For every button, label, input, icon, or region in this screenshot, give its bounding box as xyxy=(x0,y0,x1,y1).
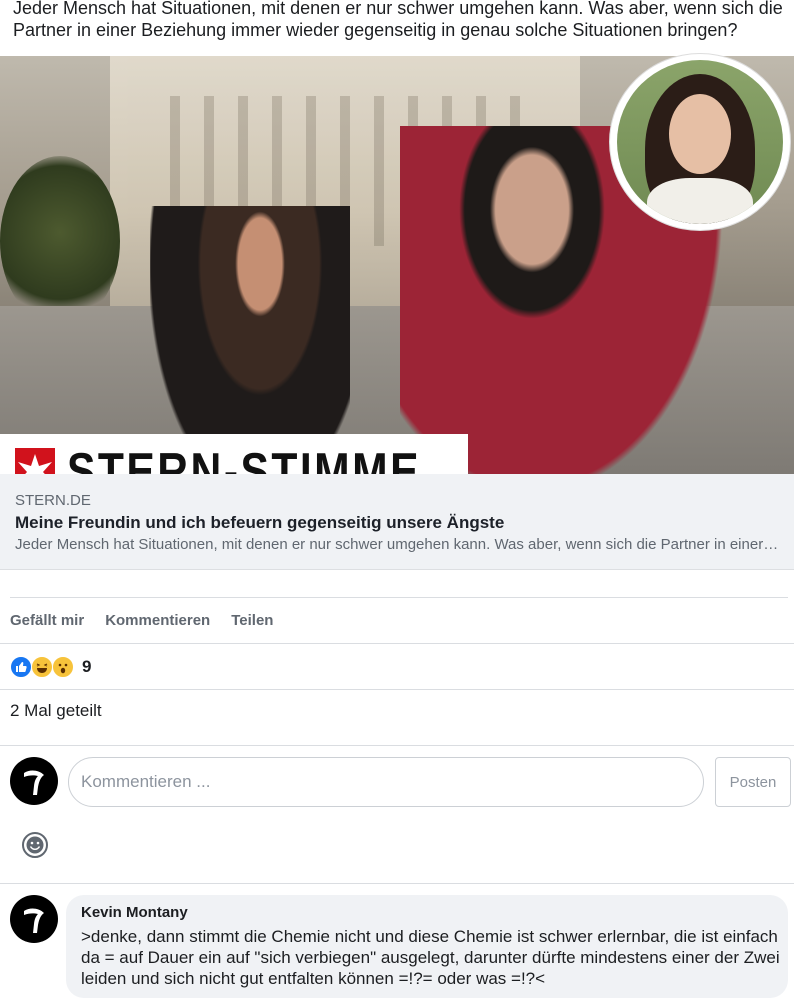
link-domain: STERN.DE xyxy=(15,492,91,509)
background-tree xyxy=(0,156,120,326)
commenter-avatar[interactable] xyxy=(10,895,58,943)
portrait-shirt xyxy=(647,178,753,224)
divider xyxy=(0,643,794,644)
user-avatar[interactable] xyxy=(10,757,58,805)
link-description: Jeder Mensch hat Situationen, mit denen … xyxy=(15,536,781,553)
comment-input[interactable] xyxy=(68,757,704,807)
like-icon xyxy=(10,656,32,678)
smiley-icon xyxy=(22,832,48,858)
divider xyxy=(0,745,794,746)
haha-icon xyxy=(31,656,53,678)
comment-button[interactable]: Kommentieren xyxy=(105,612,210,629)
profile-logo-icon xyxy=(24,908,44,933)
comment-bubble: Kevin Montany >denke, dann stimmt die Ch… xyxy=(66,895,788,998)
portrait-face xyxy=(669,94,731,174)
author-portrait xyxy=(610,54,790,230)
profile-logo-icon xyxy=(24,770,44,795)
action-bar: Gefällt mir Kommentieren Teilen xyxy=(10,612,294,629)
share-count[interactable]: 2 Mal geteilt xyxy=(10,701,102,721)
reactions-summary[interactable]: 9 xyxy=(10,656,91,678)
banner-text: STERN-STIMME xyxy=(67,443,422,474)
divider xyxy=(0,689,794,690)
like-button[interactable]: Gefällt mir xyxy=(10,612,84,629)
share-button[interactable]: Teilen xyxy=(231,612,273,629)
author-photo xyxy=(617,60,783,224)
link-preview[interactable]: STERN.DE Meine Freundin und ich befeuern… xyxy=(0,474,794,570)
reaction-count: 9 xyxy=(82,657,92,676)
wow-icon xyxy=(52,656,74,678)
stern-stimme-banner: STERN-STIMME xyxy=(0,434,468,474)
divider xyxy=(10,597,788,598)
emoji-button[interactable] xyxy=(20,830,50,860)
star-icon xyxy=(18,454,52,474)
post-text: Jeder Mensch hat Situationen, mit denen … xyxy=(13,0,783,40)
post-button[interactable]: Posten xyxy=(715,757,791,807)
divider xyxy=(0,883,794,884)
stern-star-logo xyxy=(15,448,55,474)
comment-text: >denke, dann stimmt die Chemie nicht und… xyxy=(81,927,780,988)
link-title[interactable]: Meine Freundin und ich befeuern gegensei… xyxy=(15,513,504,533)
comment-author[interactable]: Kevin Montany xyxy=(81,904,188,921)
